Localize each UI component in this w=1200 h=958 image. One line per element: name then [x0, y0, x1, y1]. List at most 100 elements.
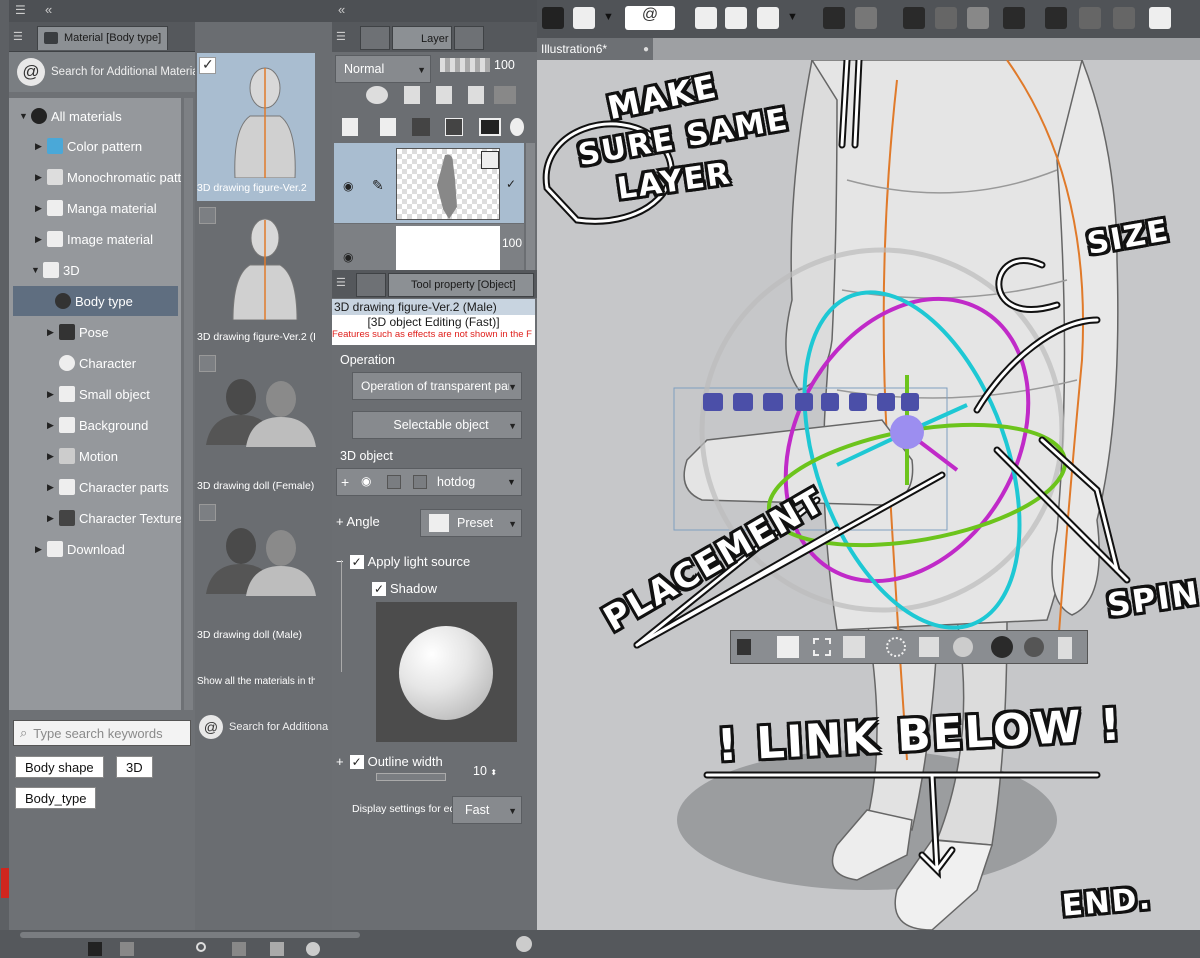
tab-tool-property[interactable]: Tool property [Object]	[388, 273, 534, 297]
close-dot-icon[interactable]: ●	[643, 44, 649, 55]
grid-toggle-icon[interactable]	[1113, 7, 1135, 29]
palette-icon[interactable]	[270, 942, 284, 956]
tree-item-manga-material[interactable]: ▶ Manga material	[35, 193, 157, 223]
eye-icon[interactable]: ◉	[343, 179, 353, 193]
eye-icon[interactable]: ◉	[361, 474, 371, 488]
opacity-value[interactable]: 100	[494, 58, 515, 72]
operation-select[interactable]: Operation of transparent part ▼	[352, 372, 522, 400]
shadow-checkbox[interactable]: ✓	[372, 581, 386, 596]
fill-icon[interactable]	[967, 7, 989, 29]
preset-select[interactable]: Preset ▼	[420, 509, 522, 537]
new-file-icon[interactable]	[695, 7, 717, 29]
expand-arrow-icon[interactable]: ▶	[47, 420, 57, 431]
search-additional-materials-button[interactable]: @ Search for Additional Materials	[9, 52, 195, 92]
figure-thumbnail-1[interactable]	[215, 58, 305, 178]
tree-item-monochromatic-pattern[interactable]: ▶ Monochromatic patte	[35, 162, 181, 192]
lock-icon[interactable]	[404, 86, 420, 104]
light-sphere[interactable]	[399, 626, 493, 720]
thumb-search-additional-button[interactable]: @ Search for Additiona	[195, 712, 332, 742]
part-toggle[interactable]	[387, 475, 401, 489]
angle-row[interactable]: + Angle	[336, 514, 380, 529]
ruler-icon[interactable]	[1079, 7, 1101, 29]
tree-item-character[interactable]: Character	[59, 348, 136, 378]
open-folder-icon[interactable]	[725, 7, 747, 29]
mask-icon[interactable]	[445, 118, 463, 136]
outline-width-slider[interactable]	[376, 773, 446, 781]
chevron-down-icon[interactable]: ▼	[787, 11, 798, 23]
expand-arrow-icon[interactable]: ▼	[31, 265, 41, 275]
save-icon[interactable]	[757, 7, 779, 29]
layer-row-2[interactable]: ◉ 100	[334, 224, 524, 270]
plus-icon[interactable]: +	[336, 514, 344, 529]
new-vector-icon[interactable]	[380, 118, 396, 136]
tree-item-3d[interactable]: ▼ 3D	[31, 255, 80, 285]
plus-icon[interactable]: +	[336, 754, 344, 769]
tree-scrollbar[interactable]	[184, 98, 193, 710]
shadow-row[interactable]: ✓ Shadow	[372, 581, 437, 596]
outline-width-value-box[interactable]: 10 ⬍	[473, 764, 497, 778]
crop-icon[interactable]	[935, 7, 957, 29]
transform-icon[interactable]	[1003, 7, 1025, 29]
expand-arrow-icon[interactable]: ▼	[19, 111, 29, 121]
snap-icon[interactable]	[1045, 7, 1067, 29]
tab-3d-view[interactable]	[360, 26, 390, 50]
expand-arrow-icon[interactable]: ▶	[47, 327, 57, 338]
trash-icon[interactable]	[510, 118, 524, 136]
expand-arrow-icon[interactable]: ▶	[47, 513, 57, 524]
spinner-icon[interactable]: ⬍	[490, 768, 497, 777]
tree-item-color-pattern[interactable]: ▶ Color pattern	[35, 131, 142, 161]
tab-brush[interactable]	[454, 26, 484, 50]
list-view-icon[interactable]	[120, 942, 134, 956]
tree-item-body-type[interactable]: Body type	[13, 286, 178, 316]
merge-icon[interactable]	[412, 118, 430, 136]
collapse-icon[interactable]: «	[338, 2, 345, 17]
layer-row-3d[interactable]: ◉ ✎ ✓	[334, 143, 524, 223]
expand-arrow-icon[interactable]: ▶	[35, 203, 45, 214]
thumb-checkbox-2[interactable]	[199, 207, 216, 224]
figure-thumbnail-2[interactable]	[215, 210, 305, 320]
blend-mode-select[interactable]: Normal ▼	[335, 55, 431, 83]
chevron-down-icon[interactable]: ▼	[603, 11, 614, 23]
apply-light-checkbox[interactable]: ✓	[349, 554, 364, 569]
tree-item-character-parts[interactable]: ▶ Character parts	[47, 472, 169, 502]
panel-menu-icon[interactable]: ☰	[13, 30, 23, 43]
expand-arrow-icon[interactable]: ▶	[35, 141, 45, 152]
doll-thumbnail-male[interactable]	[201, 524, 321, 604]
keyword-search-input[interactable]: ⌕ Type search keywords	[13, 720, 191, 746]
part-toggle[interactable]	[413, 475, 427, 489]
grid-icon[interactable]	[542, 7, 564, 29]
outline-width-row[interactable]: + ✓ Outline width	[336, 754, 443, 769]
layer-scrollbar[interactable]	[526, 143, 535, 270]
light-source-preview[interactable]	[376, 602, 517, 742]
minus-icon[interactable]: −	[336, 554, 344, 569]
opacity-slider[interactable]	[440, 58, 490, 72]
thumb-checkbox-1[interactable]: ✓	[199, 56, 216, 74]
menu-icon[interactable]: ☰	[15, 3, 26, 17]
tree-item-motion[interactable]: ▶ Motion	[47, 441, 118, 471]
select-icon[interactable]	[573, 7, 595, 29]
tree-item-character-texture[interactable]: ▶ Character Texture	[47, 503, 181, 533]
plus-icon[interactable]: +	[341, 474, 349, 490]
tab-layer[interactable]: Layer	[392, 26, 452, 50]
tree-item-background[interactable]: ▶ Background	[47, 410, 148, 440]
checker-icon[interactable]	[1149, 7, 1171, 29]
clip-icon[interactable]	[494, 86, 516, 104]
settings-gear-icon[interactable]	[516, 936, 532, 952]
paste-icon[interactable]	[232, 942, 246, 956]
expand-arrow-icon[interactable]: ▶	[47, 451, 57, 462]
canvas[interactable]: MAKE SURE SAME LAYER SIZE SPIN PLACEMENT…	[537, 60, 1200, 930]
tree-item-small-object[interactable]: ▶ Small object	[47, 379, 150, 409]
3d-object-select[interactable]: + ◉ hotdog ▼	[336, 468, 522, 496]
tree-item-all-materials[interactable]: ▼ All materials	[19, 101, 122, 131]
expand-arrow-icon[interactable]: ▶	[35, 544, 45, 555]
ref-layer-icon[interactable]	[468, 86, 484, 104]
doll-thumbnail-female[interactable]	[201, 375, 321, 455]
rect-mask-icon[interactable]	[479, 118, 501, 136]
tab-material[interactable]: Material [Body type]	[37, 26, 169, 50]
display-mode-select[interactable]: Fast ▼	[452, 796, 522, 824]
selectable-object-select[interactable]: Selectable object ▼	[352, 411, 522, 439]
color-swatch[interactable]	[1, 868, 9, 898]
swirl-button[interactable]: @	[625, 6, 675, 30]
layer-tool-icon[interactable]	[366, 86, 388, 104]
tag-body-shape[interactable]: Body shape	[15, 756, 104, 778]
